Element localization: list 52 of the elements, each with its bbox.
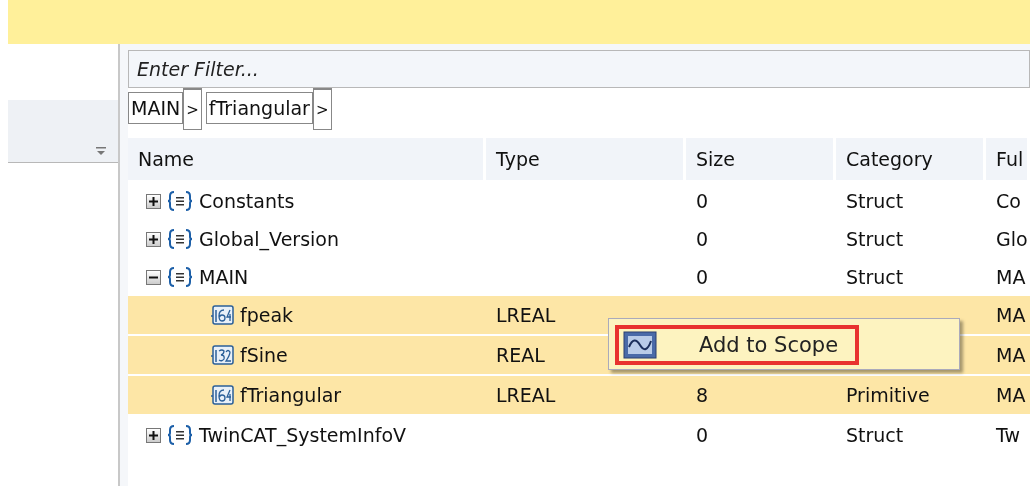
menu-item[interactable]: Add to Scope: [615, 325, 859, 365]
column-header[interactable]: Size: [686, 138, 833, 180]
table-cell: Tw: [996, 424, 1020, 446]
breadcrumb-item[interactable]: fTriangular: [205, 92, 313, 124]
table-cell: Struct: [846, 266, 904, 288]
column-header[interactable]: Type: [486, 138, 683, 180]
breadcrumb-item[interactable]: MAIN: [128, 92, 184, 124]
struct-icon: [167, 190, 193, 212]
table-cell: Struct: [846, 424, 904, 446]
table-cell: REAL: [496, 344, 545, 366]
struct-icon: [167, 228, 193, 250]
dropdown-icon[interactable]: [96, 146, 106, 156]
column-header[interactable]: Category: [836, 138, 983, 180]
breadcrumb-separator[interactable]: >: [183, 88, 202, 130]
column-header[interactable]: Ful: [986, 138, 1027, 180]
struct-icon: [167, 266, 193, 288]
collapse-icon[interactable]: [146, 269, 161, 285]
variable-name: fTriangular: [240, 384, 342, 406]
table-cell: 8: [696, 384, 709, 406]
breadcrumb-separator[interactable]: >: [312, 88, 332, 130]
float-variable-icon: [210, 304, 234, 326]
variable-name: TwinCAT_SystemInfoV: [199, 424, 407, 446]
table-cell: 0: [696, 266, 709, 288]
table-cell: MA: [996, 384, 1026, 406]
variable-name: fSine: [240, 344, 288, 366]
variable-name: Constants: [199, 190, 295, 212]
table-cell: MA: [996, 344, 1026, 366]
table-cell: Primitive: [846, 384, 930, 406]
variable-name: fpeak: [240, 304, 294, 326]
wave-icon: [623, 331, 657, 359]
expand-icon[interactable]: [146, 231, 161, 247]
variable-name: Global_Version: [199, 228, 339, 250]
table-cell: Struct: [846, 228, 904, 250]
table-cell: Glo: [996, 228, 1028, 250]
table-cell: MA: [996, 304, 1026, 326]
float-variable-icon: [210, 344, 234, 366]
float-variable-icon: [210, 384, 234, 406]
column-header[interactable]: Name: [128, 138, 483, 180]
filter-field[interactable]: Enter Filter...: [128, 50, 1030, 88]
table-cell: Co: [996, 190, 1021, 212]
highlighted-row[interactable]: fTriangular LREAL 8 Primitive MA: [128, 376, 1030, 416]
table-cell: MA: [996, 266, 1026, 288]
variable-name: MAIN: [199, 266, 249, 288]
table-cell: 0: [696, 190, 709, 212]
table-cell: 0: [696, 424, 709, 446]
table-cell: 0: [696, 228, 709, 250]
expand-icon[interactable]: [146, 193, 161, 209]
struct-icon: [167, 424, 193, 446]
table-cell: LREAL: [496, 384, 556, 406]
expand-icon[interactable]: [146, 427, 161, 443]
table-cell: LREAL: [496, 304, 556, 326]
table-cell: Struct: [846, 190, 904, 212]
